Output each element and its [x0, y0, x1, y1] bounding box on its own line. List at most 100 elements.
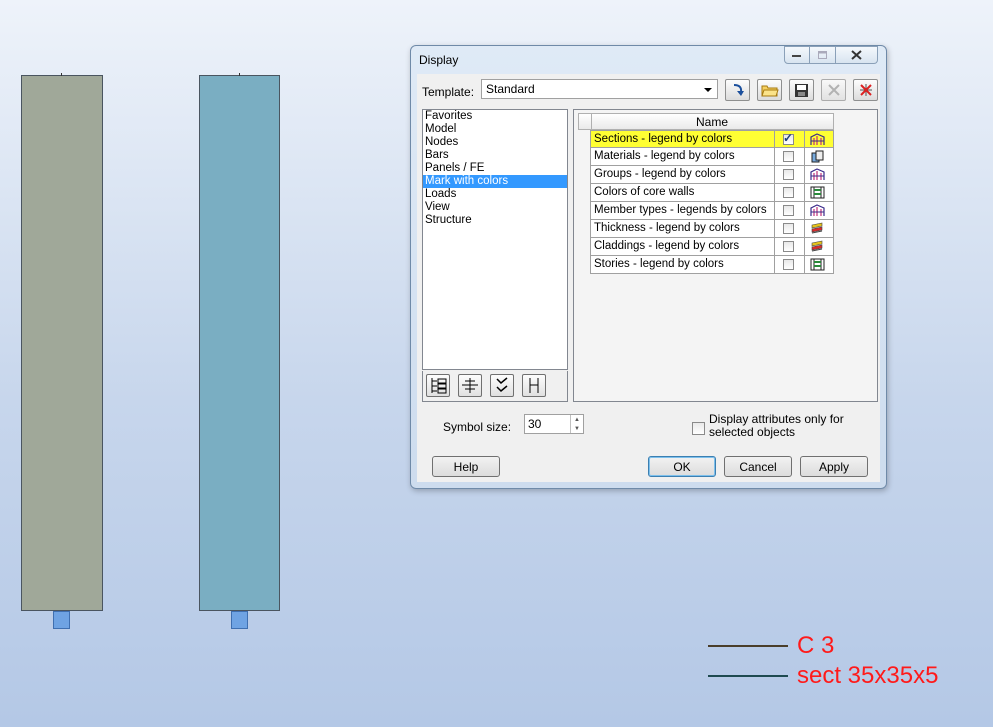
column-divider	[804, 256, 805, 273]
column-divider	[774, 220, 775, 237]
option-row[interactable]: Groups - legend by colors	[590, 166, 834, 184]
close-icon	[851, 50, 862, 60]
selected-only-checkbox[interactable]	[692, 422, 705, 435]
check-all-button[interactable]	[490, 374, 514, 397]
option-row[interactable]: Stories - legend by colors	[590, 256, 834, 274]
bar-column-sect[interactable]	[199, 75, 280, 611]
column-divider	[774, 202, 775, 219]
save-template-button[interactable]	[789, 79, 814, 101]
option-checkbox[interactable]	[783, 259, 794, 270]
bar-support[interactable]	[231, 611, 248, 629]
symbol-size-spinner[interactable]: ▲ ▼	[570, 415, 583, 433]
category-item[interactable]: Nodes	[423, 136, 567, 149]
apply-button[interactable]: Apply	[800, 456, 868, 477]
symbol-size-input[interactable]: 30 ▲ ▼	[524, 414, 584, 434]
category-item[interactable]: Structure	[423, 214, 567, 227]
check-all-icon	[496, 377, 508, 393]
option-label: Groups - legend by colors	[594, 168, 726, 180]
collapse-all-button[interactable]	[458, 374, 482, 397]
option-checkbox[interactable]: ✓	[783, 131, 794, 145]
option-label: Thickness - legend by colors	[594, 222, 740, 234]
maximize-button[interactable]	[810, 46, 836, 64]
column-divider	[774, 166, 775, 183]
core-walls-colors-icon	[810, 186, 825, 199]
help-button[interactable]: Help	[432, 456, 500, 477]
column-divider	[774, 238, 775, 255]
materials-colors-icon	[811, 150, 824, 163]
thickness-colors-icon	[811, 222, 823, 234]
reset-icon	[859, 84, 872, 96]
column-divider	[804, 166, 805, 183]
option-label: Colors of core walls	[594, 186, 695, 198]
column-divider	[774, 184, 775, 201]
dialog-client-area: Template: Standard Favorites Model Nodes Ba…	[417, 74, 880, 482]
category-tools	[422, 371, 568, 402]
spin-down-icon[interactable]: ▼	[571, 424, 583, 433]
option-row[interactable]: Colors of core walls	[590, 184, 834, 202]
category-item[interactable]: Bars	[423, 149, 567, 162]
legend-label-c3: C 3	[797, 632, 835, 659]
option-row[interactable]: Thickness - legend by colors	[590, 220, 834, 238]
uncheck-all-button[interactable]	[522, 374, 546, 397]
ok-button[interactable]: OK	[648, 456, 716, 477]
option-row[interactable]: Member types - legends by colors	[590, 202, 834, 220]
maximize-icon	[817, 50, 827, 59]
category-list[interactable]: Favorites Model Nodes Bars Panels / FE Mark w…	[422, 109, 568, 370]
grid-header: Name	[578, 113, 834, 130]
stories-colors-icon	[810, 258, 825, 271]
checkmark-icon: ✓	[783, 131, 794, 145]
minimize-button[interactable]	[784, 46, 810, 64]
category-item[interactable]: View	[423, 201, 567, 214]
reset-template-button[interactable]	[853, 79, 878, 101]
bar-support[interactable]	[53, 611, 70, 629]
bar-node-top	[61, 73, 62, 76]
claddings-colors-icon	[811, 240, 823, 252]
option-checkbox[interactable]	[783, 169, 794, 180]
template-dropdown[interactable]: Standard	[481, 79, 718, 99]
apply-template-button[interactable]	[725, 79, 750, 101]
category-item[interactable]: Panels / FE	[423, 162, 567, 175]
column-divider	[774, 148, 775, 165]
display-dialog: Display Template: Standard Favorites Mod…	[410, 45, 887, 489]
groups-colors-icon	[810, 168, 825, 180]
close-button[interactable]	[836, 46, 878, 64]
column-divider	[804, 131, 805, 147]
legend-label-sect: sect 35x35x5	[797, 662, 939, 689]
option-row[interactable]: Sections - legend by colors ✓	[590, 130, 834, 148]
category-item[interactable]: Loads	[423, 188, 567, 201]
delete-template-button[interactable]	[821, 79, 846, 101]
category-item[interactable]: Mark with colors	[423, 175, 567, 188]
symbol-size-value: 30	[528, 417, 542, 431]
symbol-size-label: Symbol size:	[443, 420, 512, 434]
column-header-name: Name	[695, 115, 728, 129]
option-checkbox[interactable]	[783, 241, 794, 252]
cancel-button[interactable]: Cancel	[724, 456, 792, 477]
option-checkbox[interactable]	[783, 187, 794, 198]
option-label: Materials - legend by colors	[594, 150, 735, 162]
minimize-icon	[792, 55, 801, 57]
open-template-button[interactable]	[757, 79, 782, 101]
option-checkbox[interactable]	[783, 151, 794, 162]
bar-node-top	[239, 73, 240, 76]
dialog-title: Display	[419, 53, 459, 67]
option-checkbox[interactable]	[783, 223, 794, 234]
uncheck-all-icon	[529, 378, 539, 393]
category-item[interactable]: Model	[423, 123, 567, 136]
spin-up-icon[interactable]: ▲	[571, 415, 583, 424]
save-icon	[795, 83, 808, 97]
tree-expand-icon	[431, 378, 447, 394]
selected-only-label: Display attributes only for selected obj…	[709, 412, 844, 439]
option-checkbox[interactable]	[783, 205, 794, 216]
column-divider	[804, 184, 805, 201]
expand-all-button[interactable]	[426, 374, 450, 397]
bar-column-c3[interactable]	[21, 75, 103, 611]
column-divider	[804, 238, 805, 255]
options-panel: Name Sections - legend by colors ✓ Materia…	[573, 109, 878, 402]
column-divider	[804, 148, 805, 165]
option-row[interactable]: Materials - legend by colors	[590, 148, 834, 166]
chevron-down-icon	[704, 88, 712, 92]
option-label: Stories - legend by colors	[594, 258, 724, 270]
option-row[interactable]: Claddings - legend by colors	[590, 238, 834, 256]
category-item[interactable]: Favorites	[423, 110, 567, 123]
option-label: Claddings - legend by colors	[594, 240, 740, 252]
